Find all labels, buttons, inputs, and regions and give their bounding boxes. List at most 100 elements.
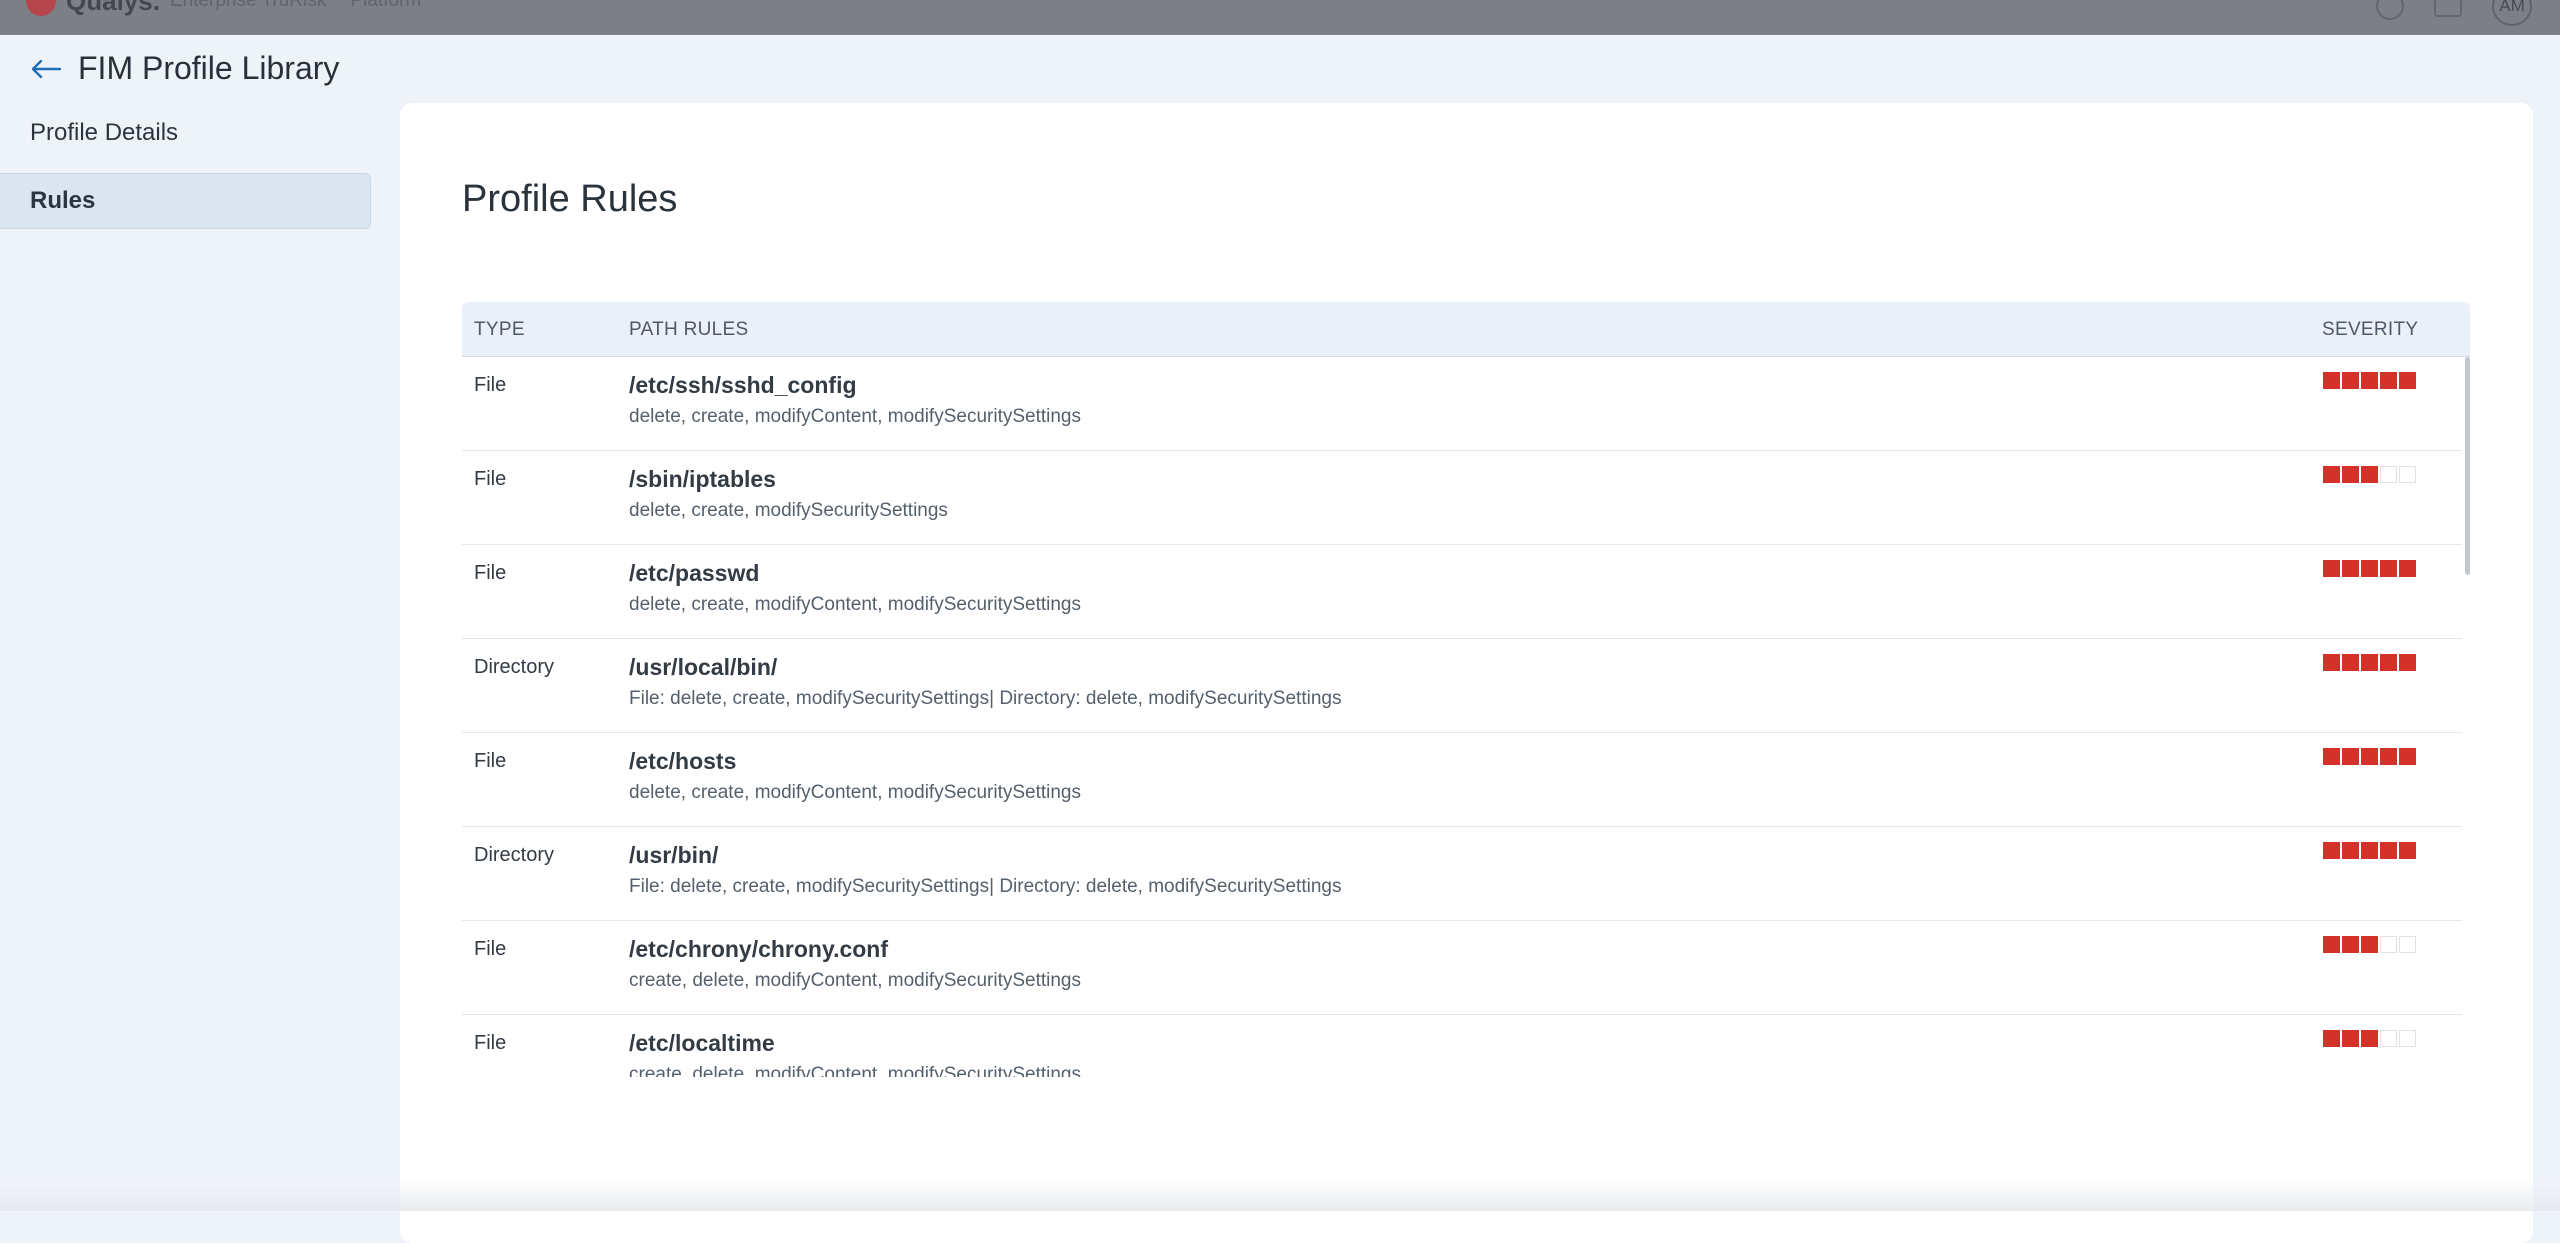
mail-icon[interactable] [2434,0,2462,17]
severity-meter [2323,936,2416,953]
severity-meter [2323,842,2416,859]
severity-block [2361,936,2378,953]
row-type: File [474,938,507,960]
row-operations: File: delete, create, modifySecuritySett… [629,688,1342,709]
severity-block [2342,466,2359,483]
table-row[interactable]: File /etc/chrony/chrony.conf create, del… [462,921,2462,1015]
rules-table-body: File /etc/ssh/sshd_config delete, create… [462,357,2462,1077]
row-path: /usr/bin/ [629,842,719,868]
page-title: FIM Profile Library [78,50,340,86]
severity-block [2342,842,2359,859]
row-type: File [474,468,507,490]
severity-block [2323,748,2340,765]
severity-block [2399,748,2416,765]
severity-block [2361,842,2378,859]
severity-block [2361,560,2378,577]
avatar[interactable]: AM [2492,0,2532,26]
severity-block [2342,654,2359,671]
row-operations: delete, create, modifyContent, modifySec… [629,594,1082,615]
row-path: /etc/hosts [629,748,737,774]
severity-block [2342,1030,2359,1047]
row-path: /etc/passwd [629,560,760,586]
row-type: File [474,374,507,396]
column-header-severity[interactable]: SEVERITY [2322,319,2418,341]
table-row[interactable]: File /sbin/iptables delete, create, modi… [462,451,2462,545]
row-path: /etc/ssh/sshd_config [629,372,857,398]
severity-block [2323,372,2340,389]
severity-block [2380,1030,2397,1047]
sidebar-item-rules[interactable]: Rules [0,173,371,229]
severity-block [2342,560,2359,577]
severity-block [2399,560,2416,577]
top-icons: AM [2376,0,2532,26]
table-header: TYPE PATH RULES SEVERITY [462,302,2470,357]
row-type: Directory [474,844,555,866]
severity-meter [2323,748,2416,765]
column-header-path-rules[interactable]: PATH RULES [629,319,749,341]
row-path: /etc/localtime [629,1030,775,1056]
severity-block [2399,936,2416,953]
bottom-fade [0,1180,2560,1211]
table-row[interactable]: Directory /usr/local/bin/ File: delete, … [462,639,2462,733]
sidebar-item-label: Rules [30,187,96,214]
severity-block [2323,466,2340,483]
row-operations: create, delete, modifyContent, modifySec… [629,970,1082,991]
row-type: Directory [474,656,555,678]
brand-logo-icon [26,0,56,16]
severity-meter [2323,654,2416,671]
severity-meter [2323,560,2416,577]
severity-block [2361,466,2378,483]
severity-block [2380,466,2397,483]
page-header: FIM Profile Library [30,50,339,87]
severity-block [2361,748,2378,765]
table-row[interactable]: File /etc/hosts delete, create, modifyCo… [462,733,2462,827]
severity-block [2323,936,2340,953]
severity-block [2361,1030,2378,1047]
severity-block [2342,748,2359,765]
severity-block [2380,936,2397,953]
severity-block [2380,654,2397,671]
row-operations: File: delete, create, modifySecuritySett… [629,876,1342,897]
brand-subtitle: Enterprise TruRisk™ Platform [169,0,422,11]
severity-block [2323,842,2340,859]
severity-block [2380,372,2397,389]
row-operations: delete, create, modifyContent, modifySec… [629,782,1082,803]
table-row[interactable]: File /etc/passwd delete, create, modifyC… [462,545,2462,639]
severity-block [2399,654,2416,671]
table-row[interactable]: Directory /usr/bin/ File: delete, create… [462,827,2462,921]
row-path: /sbin/iptables [629,466,776,492]
severity-meter [2323,372,2416,389]
row-operations: delete, create, modifySecuritySettings [629,500,948,521]
severity-block [2399,842,2416,859]
severity-meter [2323,1030,2416,1047]
brand-name: Qualys. [66,0,160,16]
severity-block [2399,372,2416,389]
severity-meter [2323,466,2416,483]
row-operations: create, delete, modifyContent, modifySec… [629,1064,1082,1077]
severity-block [2342,936,2359,953]
severity-block [2380,560,2397,577]
top-bar: Qualys. Enterprise TruRisk™ Platform AM [0,0,2560,35]
back-arrow-icon[interactable] [30,59,62,79]
row-type: File [474,1032,507,1054]
brand[interactable]: Qualys. Enterprise TruRisk™ Platform [26,0,421,16]
severity-block [2380,748,2397,765]
help-icon[interactable] [2376,0,2404,20]
table-scrollbar[interactable] [2465,357,2470,575]
row-operations: delete, create, modifyContent, modifySec… [629,406,1082,427]
section-title: Profile Rules [462,178,678,220]
row-path: /usr/local/bin/ [629,654,778,680]
severity-block [2399,1030,2416,1047]
row-path: /etc/chrony/chrony.conf [629,936,889,962]
severity-block [2361,654,2378,671]
sidebar-item-profile-details[interactable]: Profile Details [0,105,371,161]
sidebar-item-label: Profile Details [30,119,179,146]
severity-block [2399,466,2416,483]
table-row[interactable]: File /etc/localtime create, delete, modi… [462,1015,2462,1077]
severity-block [2323,560,2340,577]
severity-block [2380,842,2397,859]
table-row[interactable]: File /etc/ssh/sshd_config delete, create… [462,357,2462,451]
severity-block [2342,372,2359,389]
column-header-type[interactable]: TYPE [474,319,525,341]
severity-block [2323,1030,2340,1047]
